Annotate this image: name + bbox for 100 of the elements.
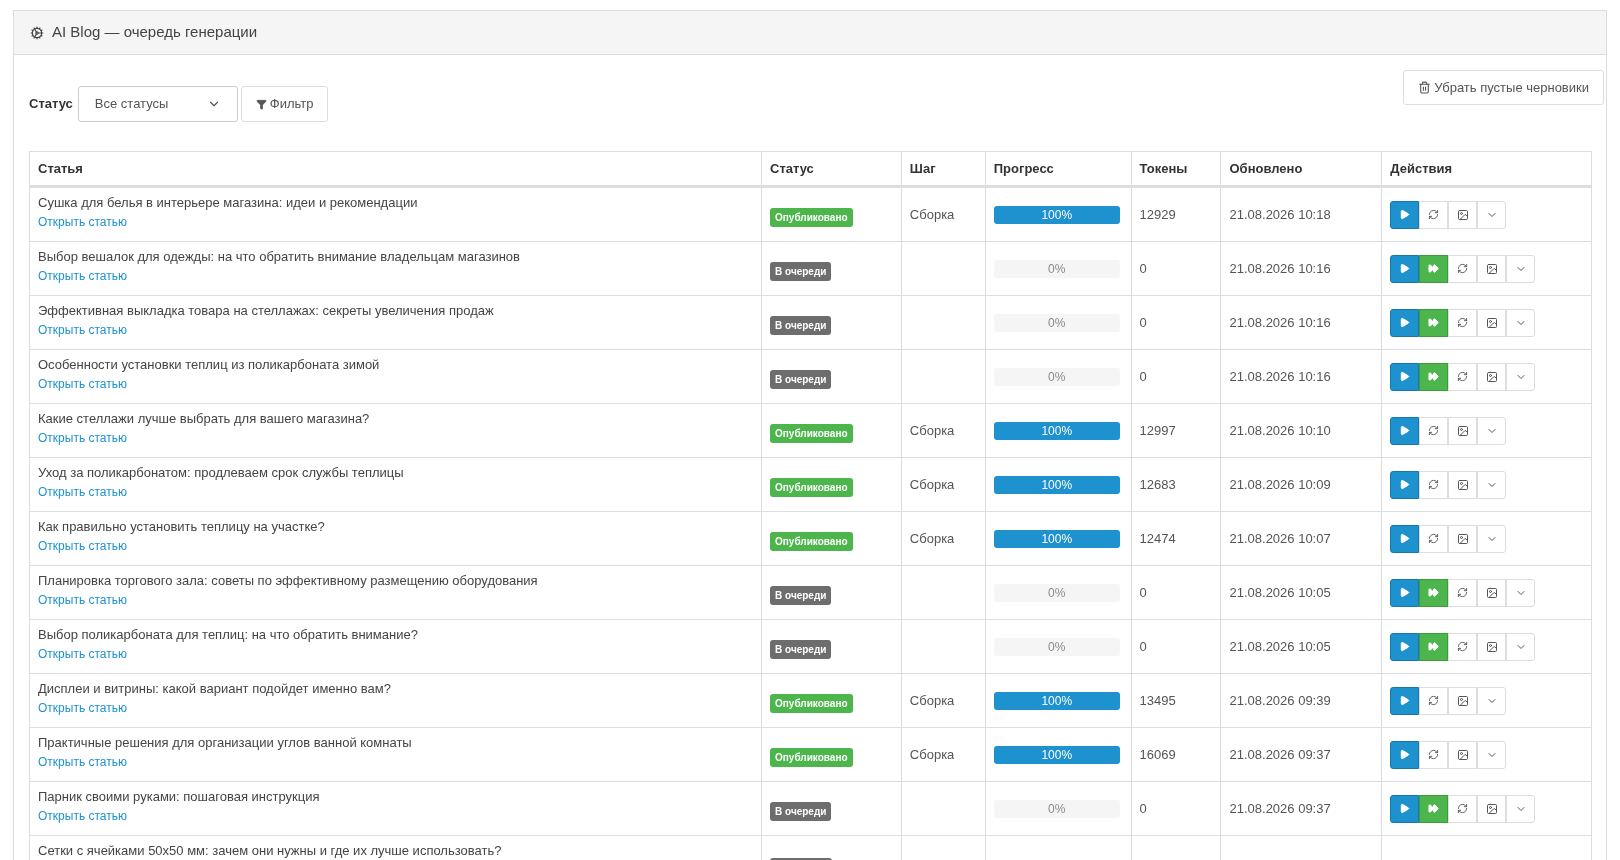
progress-label: 0%: [1047, 314, 1067, 332]
refresh-button[interactable]: [1448, 794, 1478, 823]
token-count: 12997: [1139, 421, 1176, 440]
run-button[interactable]: [1390, 200, 1420, 229]
run-button[interactable]: [1390, 416, 1420, 445]
fast-forward-button[interactable]: [1419, 794, 1449, 823]
token-count: 0: [1139, 799, 1147, 818]
refresh-icon: [1457, 641, 1469, 652]
refresh-icon: [1428, 695, 1440, 706]
status-select[interactable]: Все статусы: [77, 86, 238, 122]
run-button[interactable]: [1390, 470, 1420, 499]
run-button[interactable]: [1390, 524, 1420, 553]
image-button[interactable]: [1477, 308, 1507, 337]
progress-label: 0%: [1047, 260, 1067, 278]
updated-time: 21.08.2026 10:07: [1229, 529, 1331, 548]
open-article-link[interactable]: Открыть статью: [38, 212, 127, 231]
run-button[interactable]: [1390, 686, 1420, 715]
refresh-button[interactable]: [1419, 740, 1449, 769]
token-count: 0: [1139, 367, 1147, 386]
filter-button[interactable]: Фильтр: [240, 86, 329, 122]
progress-label: 100%: [1040, 206, 1074, 224]
article-title: Дисплеи и витрины: какой вариант подойдет именно вам?: [38, 680, 392, 698]
image-button[interactable]: [1448, 470, 1478, 499]
refresh-button[interactable]: [1448, 578, 1478, 607]
run-button[interactable]: [1390, 254, 1420, 283]
step-text: Сборка: [909, 745, 955, 764]
image-icon: [1456, 532, 1469, 545]
open-article-link[interactable]: Открыть статью: [38, 590, 127, 609]
refresh-icon: [1457, 371, 1469, 382]
token-count: 16069: [1139, 745, 1176, 764]
image-button[interactable]: [1448, 740, 1478, 769]
fast-forward-button[interactable]: [1419, 632, 1449, 661]
token-count: 0: [1139, 259, 1147, 278]
refresh-button[interactable]: [1419, 416, 1449, 445]
refresh-icon: [1457, 587, 1469, 598]
progress-label: 0%: [1047, 584, 1067, 602]
fast-forward-icon: [1428, 641, 1440, 652]
refresh-button[interactable]: [1419, 200, 1449, 229]
refresh-icon: [1457, 263, 1469, 274]
article-title: Особенности установки теплиц из поликарбоната зимой: [38, 356, 381, 374]
progress-label: 100%: [1040, 746, 1074, 764]
open-article-link[interactable]: Открыть статью: [38, 644, 127, 663]
image-button[interactable]: [1477, 362, 1507, 391]
status-label: Статус: [29, 95, 73, 114]
run-button[interactable]: [1390, 794, 1420, 823]
run-button[interactable]: [1390, 740, 1420, 769]
open-article-link[interactable]: Открыть статью: [38, 320, 127, 339]
cleanup-button[interactable]: Убрать пустые черновики: [1403, 70, 1604, 105]
updated-time: 21.08.2026 10:09: [1229, 475, 1331, 494]
image-button[interactable]: [1477, 794, 1507, 823]
open-article-link[interactable]: Открыть статью: [38, 374, 127, 393]
refresh-button[interactable]: [1419, 470, 1449, 499]
image-button[interactable]: [1448, 524, 1478, 553]
open-article-link[interactable]: Открыть статью: [38, 698, 127, 717]
fast-forward-button[interactable]: [1419, 308, 1449, 337]
image-button[interactable]: [1477, 254, 1507, 283]
article-title: Сушка для белья в интерьере магазина: идеи и рекомендации: [38, 194, 419, 212]
column-header: Прогресс: [993, 159, 1054, 178]
open-article-link[interactable]: Открыть статью: [38, 806, 127, 825]
updated-time: 21.08.2026 09:37: [1229, 745, 1331, 764]
filter-icon: [255, 98, 267, 110]
refresh-button[interactable]: [1448, 308, 1478, 337]
image-button[interactable]: [1448, 200, 1478, 229]
play-icon: [1399, 479, 1411, 490]
progress-label: 100%: [1040, 476, 1074, 494]
fast-forward-button[interactable]: [1419, 254, 1449, 283]
refresh-button[interactable]: [1448, 632, 1478, 661]
progress-label: 0%: [1047, 638, 1067, 656]
image-button[interactable]: [1477, 632, 1507, 661]
run-button[interactable]: [1390, 308, 1420, 337]
open-article-link[interactable]: Открыть статью: [38, 266, 127, 285]
refresh-button[interactable]: [1448, 362, 1478, 391]
status-badge: В очереди: [770, 370, 832, 389]
fast-forward-button[interactable]: [1419, 362, 1449, 391]
image-button[interactable]: [1477, 578, 1507, 607]
image-button[interactable]: [1448, 686, 1478, 715]
refresh-button[interactable]: [1419, 524, 1449, 553]
step-text: Сборка: [909, 421, 955, 440]
refresh-icon: [1428, 749, 1440, 760]
refresh-button[interactable]: [1419, 686, 1449, 715]
article-title: Планировка торгового зала: советы по эффективному размещению оборудования: [38, 572, 539, 590]
token-count: 12929: [1139, 205, 1176, 224]
updated-time: 21.08.2026 10:18: [1229, 205, 1331, 224]
open-article-link[interactable]: Открыть статью: [38, 752, 127, 771]
column-header: Шаг: [909, 159, 936, 178]
progress-label: 100%: [1040, 530, 1074, 548]
refresh-button[interactable]: [1448, 254, 1478, 283]
run-button[interactable]: [1390, 362, 1420, 391]
fast-forward-icon: [1428, 587, 1440, 598]
run-button[interactable]: [1390, 578, 1420, 607]
token-count: 0: [1139, 637, 1147, 656]
open-article-link[interactable]: Открыть статью: [38, 482, 127, 501]
image-icon: [1456, 748, 1469, 761]
run-button[interactable]: [1390, 632, 1420, 661]
image-button[interactable]: [1448, 416, 1478, 445]
play-icon: [1399, 209, 1411, 220]
open-article-link[interactable]: Открыть статью: [38, 536, 127, 555]
fast-forward-button[interactable]: [1419, 578, 1449, 607]
status-badge: Опубликовано: [770, 694, 853, 713]
open-article-link[interactable]: Открыть статью: [38, 428, 127, 447]
